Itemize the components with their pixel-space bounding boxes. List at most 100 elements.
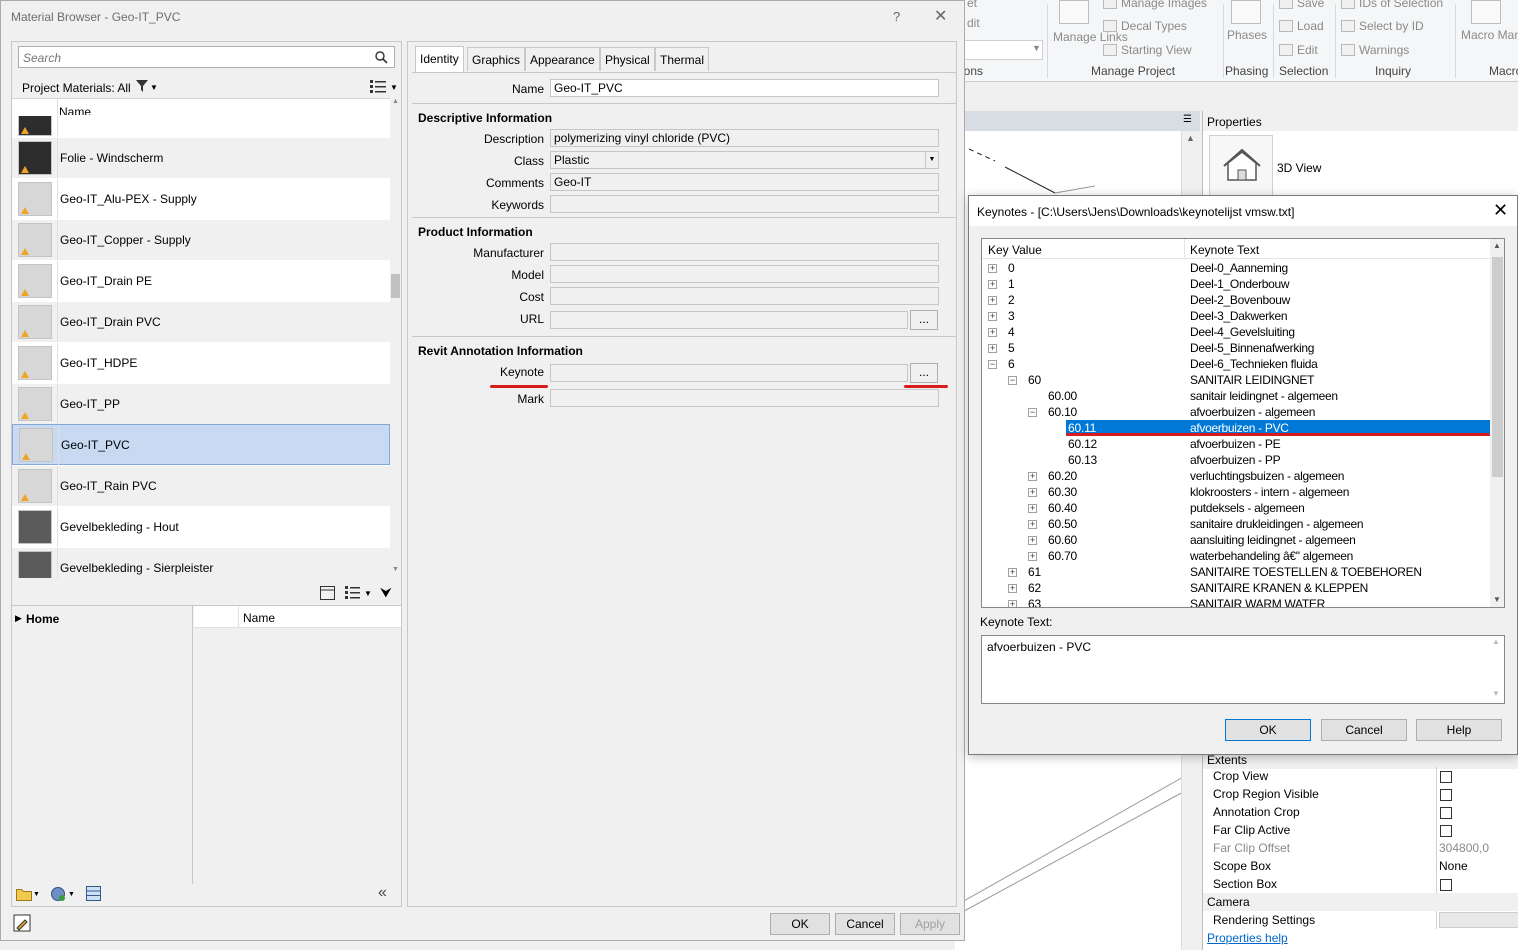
model-field[interactable] (550, 265, 939, 283)
keynote-row[interactable]: +60.60 aansluiting leidingnet - algemeen (982, 532, 1490, 548)
tab-identity[interactable]: Identity (415, 46, 464, 72)
search-icon[interactable] (375, 51, 388, 64)
expand-icon[interactable]: + (1028, 536, 1037, 545)
chevron-down-icon[interactable]: ☰ (1183, 114, 1192, 125)
properties-help-link[interactable]: Properties help (1207, 931, 1288, 945)
scroll-thumb[interactable] (1492, 257, 1503, 477)
expand-icon[interactable]: + (988, 280, 997, 289)
keynote-text-box[interactable]: afvoerbuizen - PVC ▲ ▼ (981, 635, 1505, 704)
starting-view-button[interactable]: Starting View (1103, 43, 1191, 57)
phases-button[interactable]: Phases (1227, 28, 1267, 42)
keynote-text-scrollbar[interactable]: ▲ ▼ (1489, 637, 1503, 702)
keynote-row[interactable]: − 60 SANITAIR LEIDINGNET (982, 372, 1490, 388)
chevron-down-icon[interactable]: ▼ (68, 891, 75, 898)
collapse-icon[interactable]: − (1008, 376, 1017, 385)
keynote-row[interactable]: +4 Deel-4_Gevelsluiting (982, 324, 1490, 340)
scroll-thumb[interactable] (391, 274, 400, 298)
collapse-panel-icon[interactable]: « (378, 884, 387, 902)
scroll-down-icon[interactable]: ▼ (1493, 595, 1501, 604)
expand-icon[interactable]: + (1028, 520, 1037, 529)
close-icon[interactable]: ✕ (934, 6, 947, 26)
checkbox[interactable] (1440, 879, 1452, 891)
tab-graphics[interactable]: Graphics (467, 47, 526, 71)
folder-icon[interactable] (16, 887, 32, 901)
keynote-row[interactable]: +60.50 sanitaire drukleidingen - algemeen (982, 516, 1490, 532)
url-browse-button[interactable]: ... (910, 310, 938, 330)
material-row[interactable]: Geo-IT_Copper - Supply (12, 219, 390, 261)
column-key-value[interactable]: Key Value (988, 243, 1042, 257)
save-selection-button[interactable]: Save (1279, 0, 1324, 10)
mark-field[interactable] (550, 389, 939, 407)
checkbox[interactable] (1440, 825, 1452, 837)
asset-browser-icon[interactable] (13, 914, 33, 934)
macro-manager-button[interactable]: Macro Manager (1461, 28, 1518, 43)
keynote-browse-button[interactable]: ... (910, 363, 938, 383)
scroll-down-icon[interactable]: ▼ (1492, 689, 1500, 698)
ok-button[interactable]: OK (1225, 719, 1311, 741)
edit-button[interactable] (1439, 912, 1518, 928)
tab-appearance[interactable]: Appearance (525, 47, 600, 71)
project-materials-filter[interactable]: Project Materials: All (22, 81, 131, 95)
scroll-up-icon[interactable]: ▲ (1186, 133, 1195, 143)
keynote-row[interactable]: − 60.10 afvoerbuizen - algemeen (982, 404, 1490, 420)
keynote-row[interactable]: +62 SANITAIRE KRANEN & KLEPPEN (982, 580, 1490, 596)
keynote-row[interactable]: 60.13 afvoerbuizen - PP (982, 452, 1490, 468)
material-row[interactable]: Geo-IT_PVC (12, 424, 390, 466)
keynote-row[interactable]: 60.00 sanitair leidingnet - algemeen (982, 388, 1490, 404)
name-field[interactable]: Geo-IT_PVC (550, 79, 939, 97)
manage-images-button[interactable]: Manage Images (1103, 0, 1207, 10)
material-editor-icon[interactable] (86, 886, 101, 901)
category-camera[interactable]: Camera (1203, 893, 1518, 911)
ok-button[interactable]: OK (770, 913, 830, 935)
globe-add-icon[interactable] (50, 886, 66, 902)
manufacturer-field[interactable] (550, 243, 939, 261)
material-row[interactable]: Geo-IT_Alu-PEX - Supply (12, 178, 390, 220)
material-row[interactable]: Geo-IT_Rain PVC (12, 465, 390, 507)
collapse-icon[interactable]: ⮟ (380, 584, 392, 601)
keynote-row[interactable]: +61 SANITAIRE TOESTELLEN & TOEBEHOREN (982, 564, 1490, 580)
cancel-button[interactable]: Cancel (835, 913, 895, 935)
warnings-button[interactable]: Warnings (1341, 43, 1409, 57)
filter-icon[interactable] (136, 80, 148, 92)
ids-of-selection-button[interactable]: IDs of Selection (1341, 0, 1443, 10)
material-row[interactable] (12, 115, 390, 137)
tab-thermal[interactable]: Thermal (655, 47, 710, 71)
material-row[interactable]: Geo-IT_HDPE (12, 342, 390, 384)
keynote-field[interactable] (550, 364, 908, 382)
expand-icon[interactable]: + (988, 328, 997, 337)
close-icon[interactable]: ✕ (1493, 201, 1508, 219)
decal-types-button[interactable]: Decal Types (1103, 19, 1187, 33)
keywords-field[interactable] (550, 195, 939, 213)
search-input[interactable] (23, 50, 363, 65)
expand-icon[interactable]: + (1028, 488, 1037, 497)
tab-physical[interactable]: Physical (600, 47, 655, 71)
checkbox[interactable] (1440, 771, 1452, 783)
url-field[interactable] (550, 311, 908, 329)
column-name[interactable]: Name (243, 611, 275, 625)
apply-button[interactable]: Apply (900, 913, 960, 935)
collapse-icon[interactable]: − (1028, 408, 1037, 417)
help-icon[interactable]: ? (893, 9, 900, 24)
scroll-up-icon[interactable]: ▲ (1492, 637, 1500, 646)
keynote-row[interactable]: +0 Deel-0_Aanneming (982, 260, 1490, 276)
list-view-icon[interactable] (370, 80, 386, 93)
material-row[interactable]: Gevelbekleding - Hout (12, 506, 390, 548)
panel-toggle-icon[interactable] (320, 586, 335, 600)
list-view-icon[interactable] (345, 586, 360, 599)
cancel-button[interactable]: Cancel (1321, 719, 1407, 741)
checkbox[interactable] (1440, 807, 1452, 819)
ribbon-dropdown[interactable]: ▼ (957, 40, 1043, 60)
comments-field[interactable]: Geo-IT (550, 173, 939, 191)
material-row[interactable]: Folie - Windscherm (12, 137, 390, 179)
material-list-scrollbar[interactable]: ▲ ▼ (390, 98, 401, 578)
help-button[interactable]: Help (1416, 719, 1502, 741)
keynote-row[interactable]: +1 Deel-1_Onderbouw (982, 276, 1490, 292)
edit-selection-button[interactable]: Edit (1279, 43, 1318, 57)
keynote-row[interactable]: +60.20 verluchtingsbuizen - algemeen (982, 468, 1490, 484)
expand-arrow-icon[interactable]: ▶ (15, 613, 22, 624)
chevron-down-icon[interactable]: ▼ (33, 891, 40, 898)
scroll-up-icon[interactable]: ▲ (1493, 241, 1501, 250)
expand-icon[interactable]: + (988, 344, 997, 353)
type-name[interactable]: 3D View (1277, 161, 1321, 175)
expand-icon[interactable]: + (1008, 568, 1017, 577)
